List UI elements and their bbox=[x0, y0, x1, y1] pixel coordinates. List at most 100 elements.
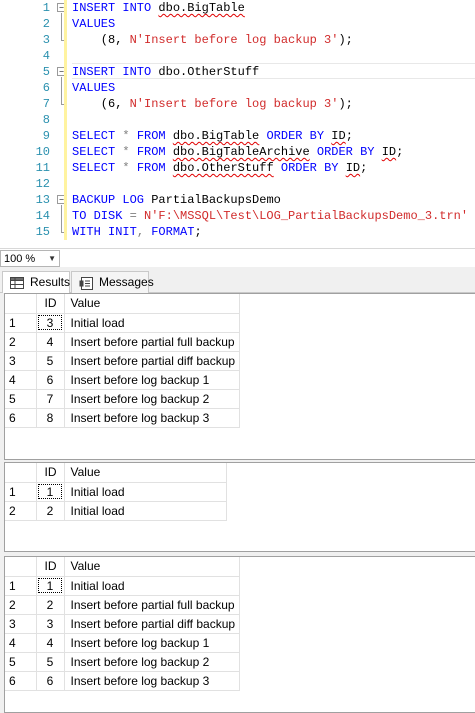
result-grid-bigtable[interactable]: ID Value 1 3 Initial load 2 4 Insert before par… bbox=[4, 293, 475, 460]
table-row[interactable]: 2 2 Initial load bbox=[5, 501, 227, 521]
cell-id[interactable]: 5 bbox=[36, 351, 65, 371]
corner-cell[interactable] bbox=[5, 463, 37, 483]
code-line[interactable]: 7 (6, N'Insert before log backup 3'); bbox=[0, 96, 475, 112]
cell-value[interactable]: Initial load bbox=[64, 576, 241, 596]
row-number[interactable]: 4 bbox=[5, 633, 37, 653]
row-number[interactable]: 5 bbox=[5, 389, 37, 409]
row-number[interactable]: 4 bbox=[5, 370, 37, 390]
cell-id[interactable]: 3 bbox=[36, 313, 65, 333]
cell-value[interactable]: Initial load bbox=[64, 501, 227, 521]
table-row[interactable]: 5 5 Insert before log backup 2 bbox=[5, 652, 241, 672]
column-header-value[interactable]: Value bbox=[64, 463, 227, 483]
cell-id[interactable]: 3 bbox=[36, 614, 65, 634]
cell-value[interactable]: Insert before partial full backup bbox=[64, 332, 241, 352]
tab-messages-label: Messages bbox=[99, 275, 154, 289]
code-text: BACKUP LOG PartialBackupsDemo bbox=[72, 192, 281, 208]
code-line[interactable]: 6 VALUES bbox=[0, 80, 475, 96]
code-line[interactable]: 8 bbox=[0, 112, 475, 128]
code-line[interactable]: 15 WITH INIT, FORMAT; bbox=[0, 224, 475, 240]
column-header-id[interactable]: ID bbox=[36, 557, 65, 577]
code-text: INSERT INTO dbo.OtherStuff bbox=[72, 64, 259, 80]
table-row[interactable]: 5 7 Insert before log backup 2 bbox=[5, 389, 241, 409]
table-row[interactable]: 6 6 Insert before log backup 3 bbox=[5, 671, 241, 691]
cell-value[interactable]: Insert before partial diff backup bbox=[64, 351, 241, 371]
column-header-id[interactable]: ID bbox=[36, 463, 65, 483]
code-token: PartialBackupsDemo bbox=[151, 193, 281, 207]
cell-value[interactable]: Insert before log backup 2 bbox=[64, 389, 241, 409]
column-header-value[interactable]: Value bbox=[64, 294, 241, 314]
row-number[interactable]: 6 bbox=[5, 408, 37, 428]
code-token: (6, bbox=[72, 97, 130, 111]
row-number[interactable]: 1 bbox=[5, 482, 37, 502]
result-grid-otherstuff[interactable]: ID Value 1 1 Initial load 2 2 Insert before par… bbox=[4, 556, 475, 713]
table-row[interactable]: 4 6 Insert before log backup 1 bbox=[5, 370, 241, 390]
cell-value[interactable]: Insert before log backup 3 bbox=[64, 671, 241, 691]
table-row[interactable]: 2 4 Insert before partial full backup bbox=[5, 332, 241, 352]
cell-value[interactable]: Insert before log backup 3 bbox=[64, 408, 241, 428]
corner-cell[interactable] bbox=[5, 294, 37, 314]
code-line[interactable]: 1 INSERT INTO dbo.BigTable bbox=[0, 0, 475, 16]
cell-id[interactable]: 2 bbox=[36, 595, 65, 615]
column-header-value[interactable]: Value bbox=[64, 557, 241, 577]
code-line[interactable]: 13 BACKUP LOG PartialBackupsDemo bbox=[0, 192, 475, 208]
cell-id[interactable]: 4 bbox=[36, 633, 65, 653]
row-number[interactable]: 2 bbox=[5, 332, 37, 352]
row-number[interactable]: 3 bbox=[5, 614, 37, 634]
query-editor[interactable]: − − − 1 INSERT INTO dbo.BigTable 2 VALUES 3 … bbox=[0, 0, 475, 248]
column-header-row: ID Value bbox=[5, 463, 227, 483]
row-number[interactable]: 1 bbox=[5, 313, 37, 333]
cell-value[interactable]: Insert before log backup 1 bbox=[64, 370, 241, 390]
code-line[interactable]: 3 (8, N'Insert before log backup 3'); bbox=[0, 32, 475, 48]
code-token: * bbox=[122, 161, 137, 175]
code-line[interactable]: 11 SELECT * FROM dbo.OtherStuff ORDER BY … bbox=[0, 160, 475, 176]
code-line[interactable]: 4 bbox=[0, 48, 475, 64]
corner-cell[interactable] bbox=[5, 557, 37, 577]
cell-value[interactable]: Insert before log backup 1 bbox=[64, 633, 241, 653]
cell-id[interactable]: 1 bbox=[36, 576, 65, 596]
zoom-dropdown[interactable]: 100 % ▼ bbox=[0, 250, 60, 267]
code-token: TO DISK bbox=[72, 209, 130, 223]
cell-id[interactable]: 2 bbox=[36, 501, 65, 521]
cell-id[interactable]: 6 bbox=[36, 370, 65, 390]
tab-results[interactable]: Results bbox=[2, 271, 70, 294]
table-row[interactable]: 3 5 Insert before partial diff backup bbox=[5, 351, 241, 371]
code-line[interactable]: 12 bbox=[0, 176, 475, 192]
code-token: SELECT bbox=[72, 129, 123, 143]
row-number[interactable]: 6 bbox=[5, 671, 37, 691]
cell-value[interactable]: Insert before log backup 2 bbox=[64, 652, 241, 672]
result-grid-bigtablearchive[interactable]: ID Value 1 1 Initial load 2 2 Initial load bbox=[4, 462, 475, 552]
code-line[interactable]: 14 TO DISK = N'F:\MSSQL\Test\LOG_PartialB… bbox=[0, 208, 475, 224]
table-row[interactable]: 4 4 Insert before log backup 1 bbox=[5, 633, 241, 653]
row-number[interactable]: 5 bbox=[5, 652, 37, 672]
line-number: 1 bbox=[42, 1, 50, 15]
column-header-id[interactable]: ID bbox=[36, 294, 65, 314]
table-row[interactable]: 6 8 Insert before log backup 3 bbox=[5, 408, 241, 428]
chevron-down-icon[interactable]: ▼ bbox=[48, 254, 56, 264]
cell-value[interactable]: Insert before partial diff backup bbox=[64, 614, 241, 634]
code-line[interactable]: 10 SELECT * FROM dbo.BigTableArchive ORDE… bbox=[0, 144, 475, 160]
row-number[interactable]: 2 bbox=[5, 595, 37, 615]
code-line[interactable]: 5 INSERT INTO dbo.OtherStuff bbox=[0, 64, 475, 80]
table-row[interactable]: 2 2 Insert before partial full backup bbox=[5, 595, 241, 615]
table-row[interactable]: 1 1 Initial load bbox=[5, 576, 241, 596]
table-row[interactable]: 1 1 Initial load bbox=[5, 482, 227, 502]
code-line[interactable]: 9 SELECT * FROM dbo.BigTable ORDER BY ID; bbox=[0, 128, 475, 144]
code-line[interactable]: 2 VALUES bbox=[0, 16, 475, 32]
line-number: 14 bbox=[35, 209, 50, 223]
table-row[interactable]: 1 3 Initial load bbox=[5, 313, 241, 333]
row-number[interactable]: 3 bbox=[5, 351, 37, 371]
row-number[interactable]: 1 bbox=[5, 576, 37, 596]
cell-id[interactable]: 6 bbox=[36, 671, 65, 691]
cell-id[interactable]: 1 bbox=[36, 482, 65, 502]
table-row[interactable]: 3 3 Insert before partial diff backup bbox=[5, 614, 241, 634]
cell-id[interactable]: 5 bbox=[36, 652, 65, 672]
cell-value[interactable]: Initial load bbox=[64, 482, 227, 502]
cell-id[interactable]: 4 bbox=[36, 332, 65, 352]
tab-messages[interactable]: Messages bbox=[71, 271, 154, 293]
cell-id[interactable]: 8 bbox=[36, 408, 65, 428]
cell-value[interactable]: Initial load bbox=[64, 313, 241, 333]
cell-value[interactable]: Insert before partial full backup bbox=[64, 595, 241, 615]
cell-id[interactable]: 7 bbox=[36, 389, 65, 409]
change-marker bbox=[64, 224, 67, 240]
row-number[interactable]: 2 bbox=[5, 501, 37, 521]
